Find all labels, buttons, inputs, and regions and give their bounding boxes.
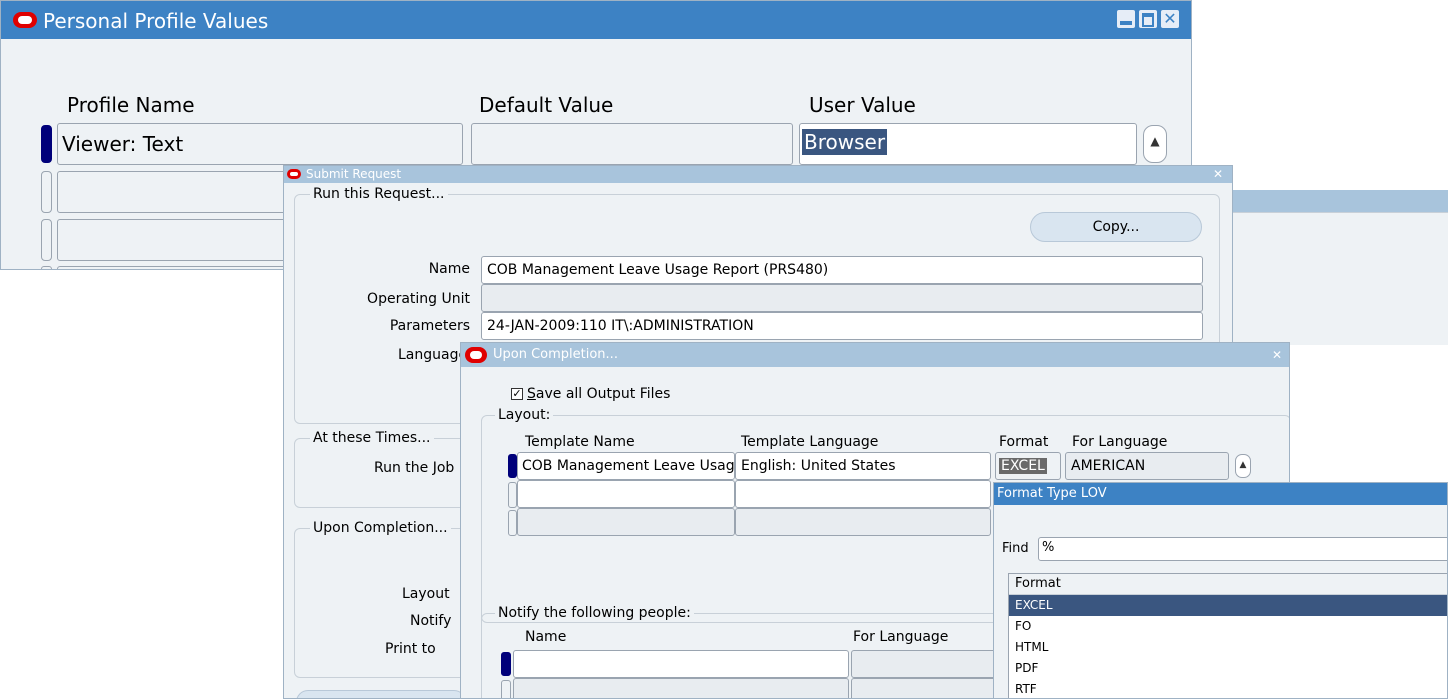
submit-window-title: Submit Request bbox=[306, 167, 402, 181]
background-window-border bbox=[1230, 212, 1448, 213]
template-language-field[interactable] bbox=[735, 508, 991, 536]
for-language-header: For Language bbox=[1072, 434, 1168, 450]
list-item-pdf[interactable]: PDF bbox=[1009, 658, 1447, 679]
find-label: Find bbox=[1002, 541, 1029, 556]
minimize-icon[interactable] bbox=[1117, 10, 1135, 28]
oracle-logo-icon bbox=[465, 347, 487, 363]
notify-language-field[interactable] bbox=[851, 650, 1011, 678]
completion-group-title: Upon Completion... bbox=[310, 520, 451, 536]
notify-language-field[interactable] bbox=[851, 678, 1011, 698]
format-field[interactable]: EXCEL bbox=[995, 452, 1061, 480]
notify-label: Notify bbox=[410, 613, 452, 629]
close-icon[interactable]: ✕ bbox=[1210, 166, 1226, 182]
row-indicator[interactable] bbox=[41, 266, 52, 269]
notify-group-title: Notify the following people: bbox=[495, 605, 694, 621]
profile-name-header: Profile Name bbox=[67, 93, 195, 117]
scroll-up-icon[interactable]: ▲ bbox=[1235, 454, 1251, 478]
list-item-rtf[interactable]: RTF bbox=[1009, 679, 1447, 698]
notify-name-field[interactable] bbox=[513, 650, 849, 678]
notify-name-header: Name bbox=[525, 629, 567, 645]
list-item-excel[interactable]: EXCEL bbox=[1009, 595, 1447, 616]
default-value-header: Default Value bbox=[479, 93, 614, 117]
find-field[interactable]: % bbox=[1038, 537, 1447, 561]
row-indicator[interactable] bbox=[501, 680, 511, 698]
format-list: Format EXCEL FO HTML PDF RTF bbox=[1008, 573, 1447, 698]
operating-unit-field[interactable] bbox=[481, 284, 1203, 312]
format-header: Format bbox=[999, 434, 1049, 450]
print-to-label: Print to bbox=[385, 641, 436, 657]
for-language-field[interactable]: AMERICAN bbox=[1065, 452, 1229, 480]
submit-window-titlebar[interactable]: Submit Request ✕ bbox=[284, 166, 1232, 183]
template-name-header: Template Name bbox=[525, 434, 635, 450]
template-language-field[interactable]: English: United States bbox=[735, 452, 991, 480]
template-name-value: COB Management Leave Usage bbox=[522, 458, 735, 474]
layout-group-title: Layout: bbox=[495, 407, 554, 423]
bottom-button[interactable] bbox=[296, 690, 466, 698]
parameters-field[interactable]: 24-JAN-2009:110 IT\:ADMINISTRATION bbox=[481, 312, 1203, 340]
checkbox-checked-icon[interactable]: ✓ bbox=[511, 388, 523, 400]
operating-unit-label: Operating Unit bbox=[367, 291, 470, 307]
profile-window-titlebar[interactable]: Personal Profile Values ✕ bbox=[1, 1, 1191, 39]
format-column-header: Format bbox=[1009, 574, 1447, 595]
row-indicator[interactable] bbox=[41, 219, 52, 261]
row-indicator-current[interactable] bbox=[501, 652, 511, 676]
name-label: Name bbox=[428, 261, 470, 277]
copy-button[interactable]: Copy... bbox=[1030, 212, 1202, 242]
oracle-logo-icon bbox=[287, 169, 301, 179]
profile-window-title: Personal Profile Values bbox=[43, 9, 269, 33]
profile-name-field[interactable]: Viewer: Text bbox=[57, 123, 463, 165]
background-window-titlebar[interactable] bbox=[1230, 190, 1448, 212]
template-name-field[interactable]: COB Management Leave Usage bbox=[517, 452, 735, 480]
language-label: Language bbox=[398, 347, 468, 363]
template-language-field[interactable] bbox=[735, 480, 991, 508]
format-type-lov-window: Format Type LOV Find % Format EXCEL FO H… bbox=[993, 482, 1448, 699]
layout-label: Layout bbox=[402, 586, 450, 602]
parameters-label: Parameters bbox=[389, 318, 470, 334]
name-field[interactable]: COB Management Leave Usage Report (PRS48… bbox=[481, 256, 1203, 284]
default-value-field[interactable] bbox=[471, 123, 793, 165]
run-job-label: Run the Job bbox=[374, 460, 455, 476]
run-request-group-title: Run this Request... bbox=[310, 186, 448, 202]
completion-window-titlebar[interactable]: Upon Completion... ✕ bbox=[461, 343, 1289, 367]
oracle-logo-icon bbox=[13, 12, 37, 28]
notify-name-field[interactable] bbox=[513, 678, 849, 698]
user-value-field[interactable]: Browser bbox=[799, 123, 1137, 165]
list-item-fo[interactable]: FO bbox=[1009, 616, 1447, 637]
scroll-up-icon[interactable]: ▲ bbox=[1143, 125, 1167, 163]
maximize-icon[interactable] bbox=[1139, 10, 1157, 28]
user-value-selected-text: Browser bbox=[802, 129, 888, 155]
row-indicator[interactable] bbox=[508, 482, 517, 508]
list-item-html[interactable]: HTML bbox=[1009, 637, 1447, 658]
row-indicator-current[interactable] bbox=[508, 454, 517, 478]
row-indicator[interactable] bbox=[41, 171, 52, 213]
template-language-header: Template Language bbox=[741, 434, 879, 450]
save-output-label[interactable]: Save all Output Files bbox=[527, 386, 670, 402]
lov-window-titlebar[interactable]: Format Type LOV bbox=[994, 483, 1447, 505]
close-icon[interactable]: ✕ bbox=[1269, 347, 1285, 363]
notify-for-language-header: For Language bbox=[853, 629, 949, 645]
background-window bbox=[1230, 190, 1448, 345]
template-name-field[interactable] bbox=[517, 480, 735, 508]
completion-window-title: Upon Completion... bbox=[493, 347, 618, 362]
row-indicator-current[interactable] bbox=[41, 125, 52, 163]
times-group-title: At these Times... bbox=[310, 430, 434, 446]
lov-window-title: Format Type LOV bbox=[997, 486, 1107, 501]
close-icon[interactable]: ✕ bbox=[1161, 10, 1179, 28]
row-indicator[interactable] bbox=[508, 510, 517, 536]
save-output-label-rest: ave all Output Files bbox=[535, 386, 671, 402]
format-selected-text: EXCEL bbox=[999, 458, 1047, 474]
user-value-header: User Value bbox=[809, 93, 916, 117]
template-name-field[interactable] bbox=[517, 508, 735, 536]
